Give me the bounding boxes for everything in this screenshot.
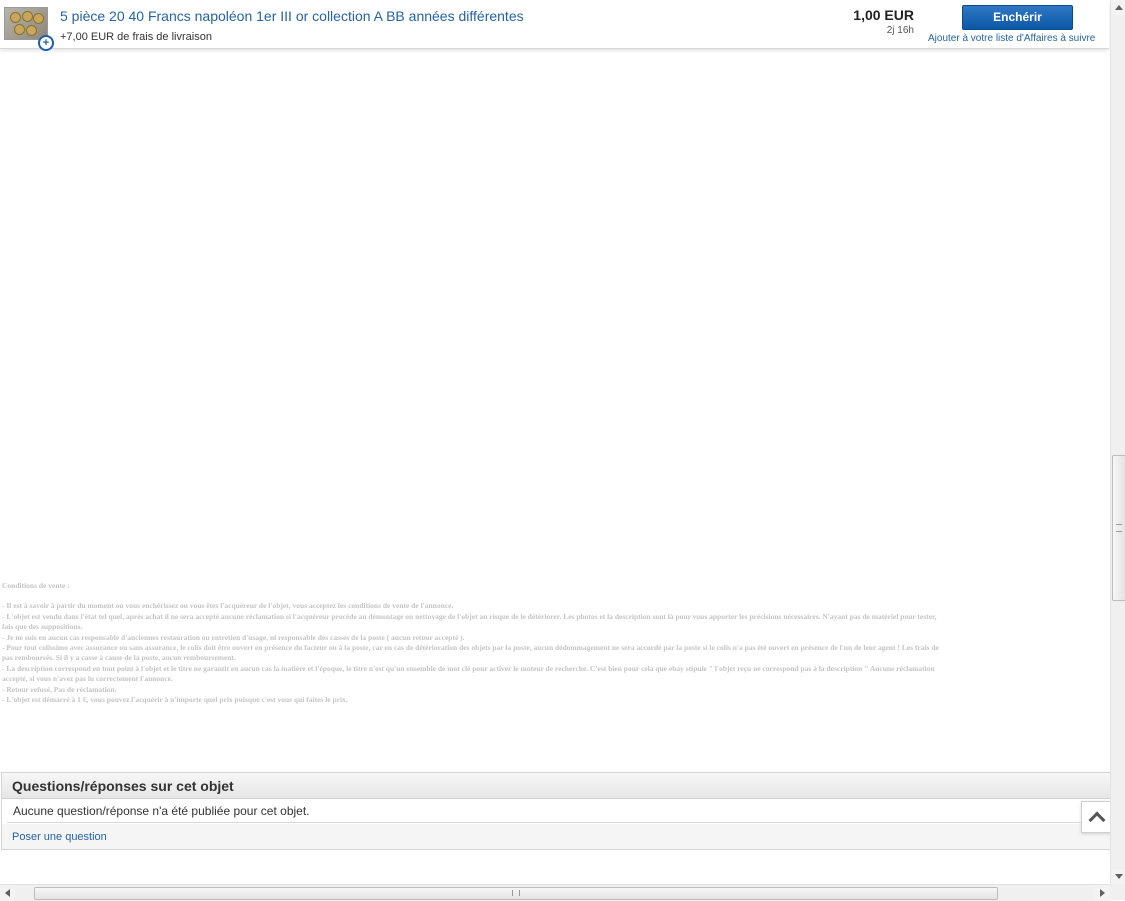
- seller-conditions: Conditions de vente : - Il est à savoir …: [2, 581, 1108, 705]
- grip-icon: [1116, 524, 1122, 532]
- grip-icon: [512, 890, 520, 896]
- arrow-down-icon: [1115, 874, 1123, 879]
- conditions-line: fais que des suppositions.: [2, 622, 83, 632]
- zoom-in-icon[interactable]: +: [38, 35, 54, 51]
- back-to-top-button[interactable]: [1081, 801, 1113, 833]
- shipping-cost: +7,00 EUR de frais de livraison: [60, 31, 212, 43]
- qa-footer: Poser une question: [2, 824, 1110, 849]
- time-left: 2j 16h: [886, 25, 914, 36]
- horizontal-scroll-thumb[interactable]: [34, 887, 998, 900]
- conditions-line: - La description correspond en tout poin…: [2, 663, 935, 673]
- scroll-right-button[interactable]: [1095, 885, 1110, 901]
- item-title-link[interactable]: 5 pièce 20 40 Francs napoléon 1er III or…: [60, 8, 524, 24]
- coin-image: [26, 25, 37, 36]
- horizontal-scrollbar[interactable]: [0, 884, 1110, 901]
- qa-header: Questions/réponses sur cet objet: [2, 773, 1110, 799]
- conditions-line: pas remboursés. Si il y a casse à cause …: [2, 653, 236, 663]
- coin-image: [33, 13, 44, 24]
- divider: [7, 822, 1105, 823]
- conditions-title: Conditions de vente :: [2, 581, 70, 590]
- coin-image: [22, 11, 33, 22]
- add-to-watchlist-link[interactable]: Ajouter à votre liste d'Affaires à suivr…: [928, 33, 1095, 44]
- coin-image: [14, 24, 25, 35]
- coin-image: [10, 12, 21, 23]
- sticky-item-header: + 5 pièce 20 40 Francs napoléon 1er III …: [0, 0, 1109, 51]
- questions-answers-section: Questions/réponses sur cet objet Aucune …: [1, 772, 1111, 850]
- arrow-right-icon: [1100, 889, 1105, 897]
- vertical-scroll-thumb[interactable]: [1112, 455, 1125, 601]
- scroll-down-button[interactable]: [1111, 869, 1125, 884]
- chevron-up-icon: [1088, 811, 1106, 829]
- scroll-left-button[interactable]: [0, 885, 15, 901]
- current-price: 1,00 EUR: [853, 7, 914, 23]
- conditions-line: - Pour tout colissimo avec assurance ou …: [2, 643, 939, 653]
- qa-heading: Questions/réponses sur cet objet: [12, 778, 234, 794]
- conditions-line: - Il est à savoir à partir du moment ou …: [2, 601, 454, 611]
- conditions-line: - Retour refusé, Pas de réclamation.: [2, 684, 117, 694]
- arrow-left-icon: [5, 889, 10, 897]
- conditions-line: - Je ne suis en aucun cas responsable d'…: [2, 632, 465, 642]
- arrow-up-icon: [1115, 5, 1123, 10]
- ask-question-link[interactable]: Poser une question: [12, 831, 107, 843]
- conditions-line: - L'objet est démarré à 1 €, vous pouvez…: [2, 695, 348, 705]
- vertical-scrollbar[interactable]: [1110, 0, 1125, 884]
- bid-button[interactable]: Enchérir: [962, 5, 1073, 30]
- conditions-line: - L'objet est vendu dans l'état tel quel…: [2, 611, 937, 621]
- scroll-up-button[interactable]: [1111, 0, 1125, 15]
- conditions-line: accepté, si vous n'avez pas lu correctem…: [2, 674, 173, 684]
- qa-empty-message: Aucune question/réponse n'a été publiée …: [13, 804, 310, 818]
- scrollbar-corner: [1110, 884, 1125, 900]
- item-thumbnail[interactable]: +: [4, 7, 54, 51]
